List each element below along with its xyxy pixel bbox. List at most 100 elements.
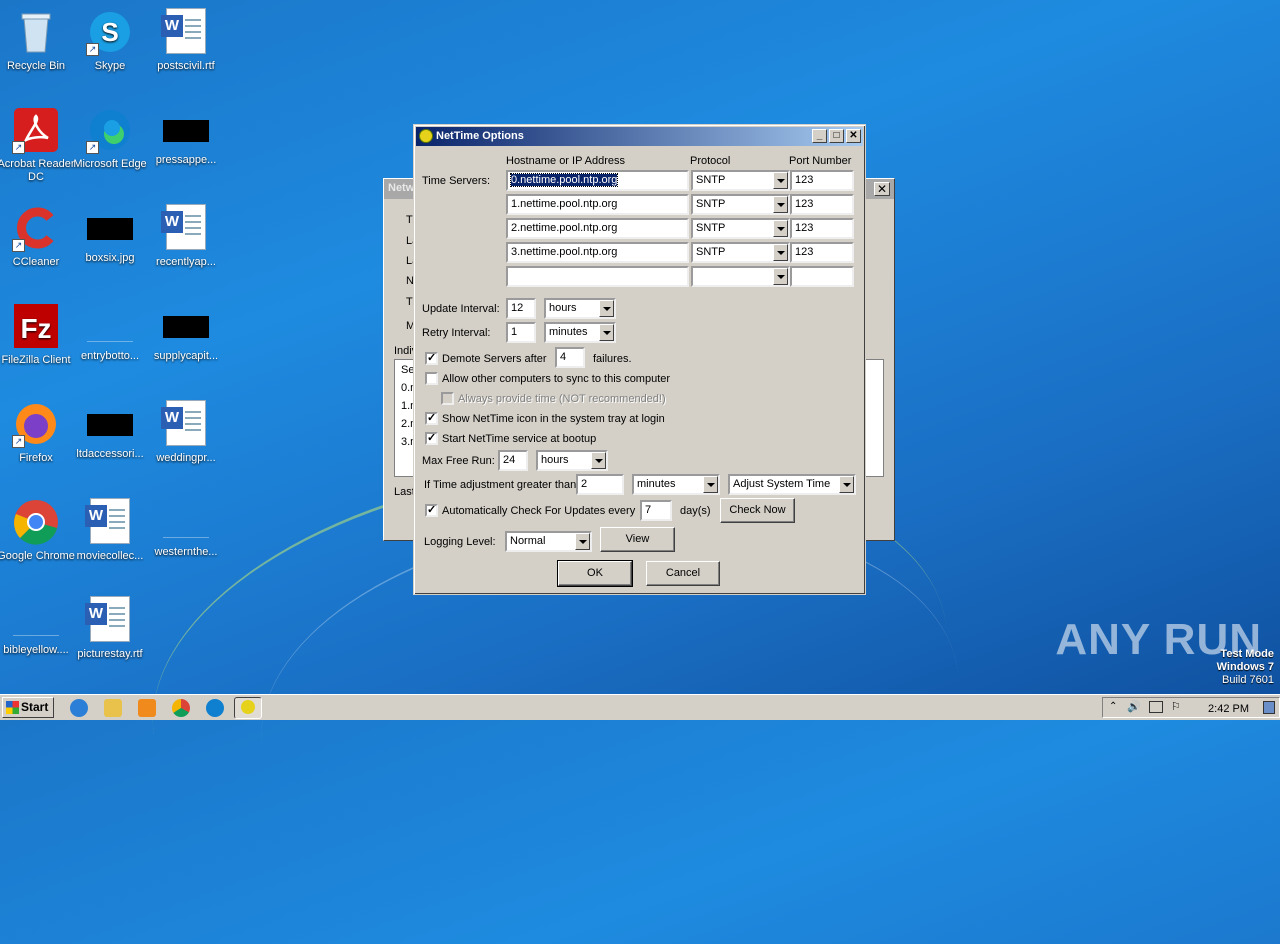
desktop-icon-bibleyellow[interactable]: bibleyellow.... bbox=[0, 596, 75, 657]
chrome-icon[interactable] bbox=[172, 699, 190, 717]
network-icon[interactable] bbox=[1149, 701, 1163, 713]
retry-interval-unit-select[interactable]: minutes bbox=[544, 322, 616, 343]
media-player-icon[interactable] bbox=[138, 699, 156, 717]
desktop-icon-label: Firefox bbox=[19, 452, 53, 464]
internet-explorer-icon[interactable] bbox=[70, 699, 88, 717]
folder-icon[interactable] bbox=[104, 699, 122, 717]
server-host-field[interactable] bbox=[506, 266, 689, 287]
time-adjust-unit-select[interactable]: minutes bbox=[632, 474, 720, 495]
always-provide-checkbox[interactable] bbox=[441, 392, 454, 405]
chevron-up-icon[interactable]: ⌃ bbox=[1109, 701, 1117, 712]
chevron-down-icon[interactable] bbox=[773, 196, 788, 213]
firefox-icon: ↗ bbox=[12, 400, 60, 448]
logging-level-select[interactable]: Normal bbox=[505, 531, 592, 552]
chevron-down-icon[interactable] bbox=[591, 452, 606, 469]
desktop-icon-moviecollec[interactable]: W moviecollec... bbox=[71, 498, 149, 563]
chevron-down-icon[interactable] bbox=[773, 268, 788, 285]
desktop-icon-boxsix[interactable]: boxsix.jpg bbox=[71, 204, 149, 265]
desktop-icon-filezilla[interactable]: Fz FileZilla Client bbox=[0, 302, 75, 367]
chevron-down-icon[interactable] bbox=[839, 476, 854, 493]
retry-interval-field[interactable]: 1 bbox=[506, 322, 536, 343]
filezilla-icon: Fz bbox=[12, 302, 60, 350]
time-adjust-field[interactable]: 2 bbox=[576, 474, 624, 495]
desktop-icon-postscivil[interactable]: W postscivil.rtf bbox=[147, 8, 225, 73]
clock[interactable]: 2:42 PM bbox=[1208, 703, 1249, 715]
view-log-button[interactable]: View bbox=[600, 527, 675, 552]
server-host-field[interactable]: 0.nettime.pool.ntp.org bbox=[506, 170, 689, 191]
desktop-icon-recycle-bin[interactable]: Recycle Bin bbox=[0, 8, 75, 73]
flag-icon[interactable]: ⚐ bbox=[1171, 700, 1181, 713]
desktop-icon-firefox[interactable]: ↗ Firefox bbox=[0, 400, 75, 465]
allow-sync-checkbox[interactable] bbox=[425, 372, 438, 385]
server-port-field[interactable] bbox=[790, 266, 854, 287]
desktop-icon-westernthe[interactable]: westernthe... bbox=[147, 498, 225, 559]
server-host-field[interactable]: 3.nettime.pool.ntp.org bbox=[506, 242, 689, 263]
speaker-icon[interactable]: 🔊 bbox=[1127, 700, 1141, 713]
desktop-icon-label: weddingpr... bbox=[156, 452, 216, 464]
chevron-down-icon[interactable] bbox=[575, 533, 590, 550]
demote-failures-field[interactable]: 4 bbox=[555, 347, 585, 368]
server-protocol-select[interactable]: SNTP bbox=[691, 218, 790, 239]
desktop-icon-skype[interactable]: S ↗ Skype bbox=[71, 8, 149, 73]
dialog-titlebar[interactable]: NetTime Options _ □ ✕ bbox=[416, 127, 863, 146]
cancel-button[interactable]: Cancel bbox=[646, 561, 720, 586]
desktop-icon-entrybotto[interactable]: entrybotto... bbox=[71, 302, 149, 363]
server-port-field[interactable]: 123 bbox=[790, 242, 854, 263]
max-free-run-unit-select[interactable]: hours bbox=[536, 450, 608, 471]
acrobat-icon: ↗ bbox=[12, 106, 60, 154]
background-close-button[interactable]: ✕ bbox=[874, 182, 890, 196]
chevron-down-icon[interactable] bbox=[773, 244, 788, 261]
desktop-icon-supplycapit[interactable]: supplycapit... bbox=[147, 302, 225, 363]
shortcut-arrow-icon: ↗ bbox=[86, 141, 99, 154]
auto-check-checkbox[interactable]: ✓ bbox=[425, 504, 438, 517]
desktop-icon-picturestay[interactable]: W picturestay.rtf bbox=[71, 596, 149, 661]
update-interval-field[interactable]: 12 bbox=[506, 298, 536, 319]
chevron-down-icon[interactable] bbox=[773, 172, 788, 189]
show-desktop-button[interactable] bbox=[1263, 701, 1275, 714]
ok-button[interactable]: OK bbox=[557, 560, 633, 587]
demote-servers-checkbox[interactable]: ✓ bbox=[425, 352, 438, 365]
test-mode-line: Build 7601 bbox=[1222, 674, 1274, 686]
edge-icon[interactable] bbox=[206, 699, 224, 717]
start-button[interactable]: Start bbox=[2, 697, 54, 718]
max-free-run-field[interactable]: 24 bbox=[498, 450, 528, 471]
desktop-icon-label: pressappe... bbox=[155, 154, 217, 166]
chevron-down-icon[interactable] bbox=[599, 324, 614, 341]
check-now-button[interactable]: Check Now bbox=[720, 498, 795, 523]
chevron-down-icon[interactable] bbox=[599, 300, 614, 317]
days-label: day(s) bbox=[680, 505, 711, 517]
minimize-icon[interactable]: _ bbox=[812, 129, 827, 143]
chevron-down-icon[interactable] bbox=[773, 220, 788, 237]
desktop-icon-acrobat[interactable]: ↗ Acrobat Reader DC bbox=[0, 106, 75, 184]
desktop-icon-pressappe[interactable]: pressappe... bbox=[147, 106, 225, 167]
server-host-field[interactable]: 2.nettime.pool.ntp.org bbox=[506, 218, 689, 239]
start-service-checkbox[interactable]: ✓ bbox=[425, 432, 438, 445]
desktop-icon-recentlyap[interactable]: W recentlyap... bbox=[147, 204, 225, 269]
close-icon[interactable]: ✕ bbox=[846, 129, 861, 143]
desktop-icon-edge[interactable]: ↗ Microsoft Edge bbox=[71, 106, 149, 171]
server-port-field[interactable]: 123 bbox=[790, 218, 854, 239]
server-protocol-select[interactable] bbox=[691, 266, 790, 287]
desktop-icon-ccleaner[interactable]: ↗ CCleaner bbox=[0, 204, 75, 269]
chevron-down-icon[interactable] bbox=[703, 476, 718, 493]
server-protocol-select[interactable]: SNTP bbox=[691, 242, 790, 263]
desktop-icon-label: ltdaccessori... bbox=[76, 448, 144, 460]
desktop-icon-weddingpr[interactable]: W weddingpr... bbox=[147, 400, 225, 465]
desktop-icon-label: westernthe... bbox=[154, 546, 218, 558]
desktop-icon-label: moviecollec... bbox=[76, 550, 144, 562]
server-port-field[interactable]: 123 bbox=[790, 170, 854, 191]
time-adjust-action-select[interactable]: Adjust System Time bbox=[728, 474, 856, 495]
server-protocol-select[interactable]: SNTP bbox=[691, 194, 790, 215]
auto-check-days-field[interactable]: 7 bbox=[640, 500, 672, 521]
server-host-field[interactable]: 1.nettime.pool.ntp.org bbox=[506, 194, 689, 215]
show-icon-checkbox[interactable]: ✓ bbox=[425, 412, 438, 425]
server-port-field[interactable]: 123 bbox=[790, 194, 854, 215]
logging-level-label: Logging Level: bbox=[424, 536, 496, 548]
server-protocol-select[interactable]: SNTP bbox=[691, 170, 790, 191]
maximize-icon[interactable]: □ bbox=[829, 129, 844, 143]
taskbar: Start ⌃ 🔊 ⚐ 2:42 PM bbox=[0, 694, 1280, 720]
desktop-icon-label: postscivil.rtf bbox=[157, 60, 215, 72]
update-interval-unit-select[interactable]: hours bbox=[544, 298, 616, 319]
desktop-icon-chrome[interactable]: Google Chrome bbox=[0, 498, 75, 563]
desktop-icon-ltdaccessori[interactable]: ltdaccessori... bbox=[71, 400, 149, 461]
